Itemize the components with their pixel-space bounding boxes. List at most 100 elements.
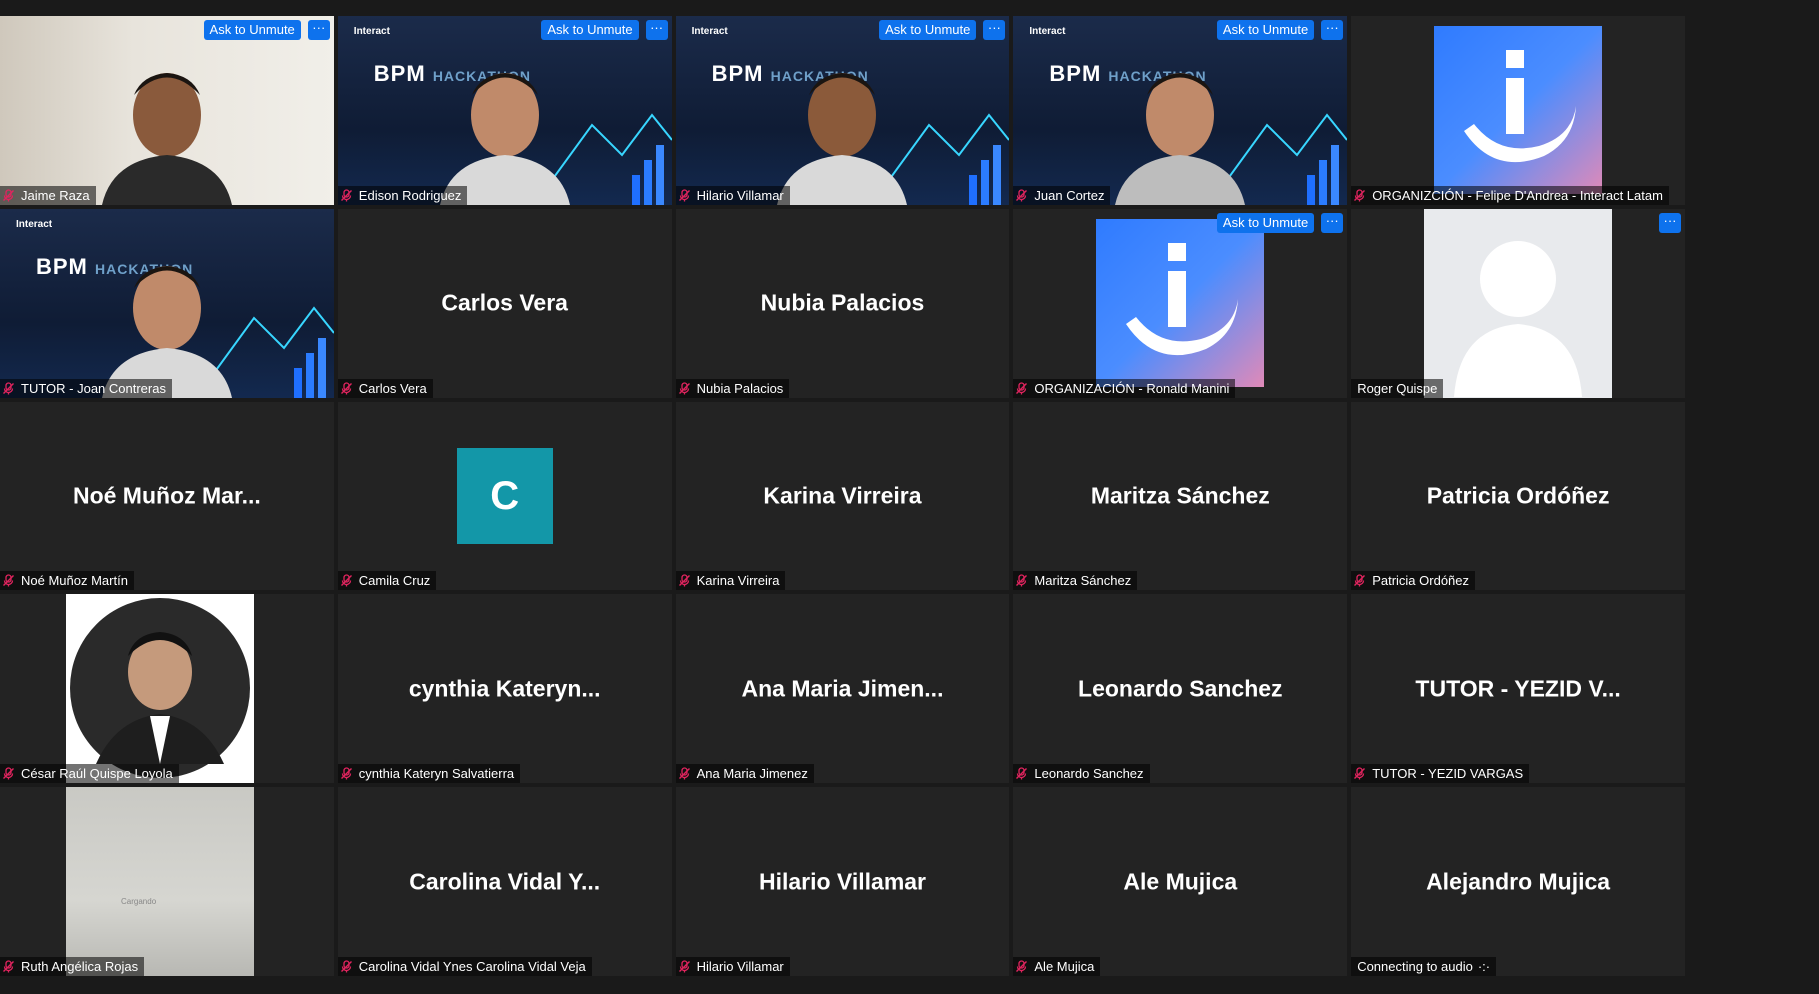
- camera-video: Interact BPM HACKATHON: [1013, 16, 1348, 205]
- profile-photo: Cargando: [66, 787, 254, 976]
- participant-name-label: cynthia Kateryn Salvatierra: [337, 764, 521, 784]
- participant-name: Maritza Sánchez: [1034, 573, 1132, 589]
- participant-name: Hilario Villamar: [696, 959, 784, 974]
- participant-name-label: Edison Rodriguez: [337, 185, 468, 205]
- participant-name: Ruth Angélica Rojas: [21, 959, 139, 974]
- participant-display-name: TUTOR - YEZID V...: [1415, 675, 1621, 702]
- more-options-button[interactable]: ···: [1658, 212, 1681, 233]
- participant-name-label: Patricia Ordóñez: [1351, 571, 1476, 591]
- participant-name: Patricia Ordóñez: [1372, 573, 1470, 589]
- participant-tile[interactable]: Cargando Ruth Angélica Rojas: [0, 787, 334, 976]
- participant-name-label: Ale Mujica: [1013, 957, 1101, 976]
- ask-to-unmute-button[interactable]: Ask to Unmute: [203, 20, 301, 40]
- participant-name-label: Roger Quispe: [1351, 378, 1444, 398]
- interact-logo: [1434, 26, 1603, 195]
- more-options-button[interactable]: ···: [983, 20, 1006, 40]
- participant-tile[interactable]: C Camila Cruz: [337, 401, 672, 591]
- participant-display-name: Ana Maria Jimen...: [741, 675, 944, 702]
- participant-name-label: Camila Cruz: [337, 571, 437, 591]
- participant-name: Hilario Villamar: [696, 187, 784, 203]
- muted-mic-icon: [340, 767, 353, 780]
- participant-tile[interactable]: Leonardo Sanchez Leonardo Sanchez: [1013, 594, 1348, 784]
- participant-tile[interactable]: Carolina Vidal Y... Carolina Vidal Ynes C…: [337, 787, 672, 976]
- participant-name-label: Nubia Palacios: [675, 378, 790, 398]
- participant-name-label: Juan Cortez: [1013, 185, 1111, 205]
- participant-tile[interactable]: Noé Muñoz Mar... Noé Muñoz Martín: [0, 401, 334, 591]
- participant-name-label: Jaime Raza: [0, 185, 96, 205]
- participant-tile[interactable]: Interact BPM HACKATHON TUTOR - Joan Contre…: [0, 208, 334, 398]
- more-options-button[interactable]: ···: [307, 20, 330, 40]
- more-options-button[interactable]: ···: [1321, 212, 1344, 233]
- participant-name-label: Connecting to audio ·:·: [1351, 957, 1497, 976]
- participant-name: Jaime Raza: [21, 187, 90, 203]
- participant-name-label: Hilario Villamar: [675, 185, 790, 205]
- participant-tile[interactable]: Karina Virreira Karina Virreira: [675, 401, 1010, 591]
- participant-display-name: cynthia Kateryn...: [408, 675, 601, 702]
- participant-name-label: ORGANIZACIÓN - Ronald Manini: [1013, 378, 1236, 398]
- camera-video: Interact BPM HACKATHON: [0, 208, 334, 398]
- participant-name: Karina Virreira: [696, 573, 780, 589]
- ask-to-unmute-button[interactable]: Ask to Unmute: [1216, 212, 1315, 233]
- muted-mic-icon: [2, 960, 15, 973]
- participant-tile[interactable]: Interact BPM HACKATHON Ask to Unmute ··· Edi…: [337, 16, 672, 205]
- ask-to-unmute-button[interactable]: Ask to Unmute: [541, 20, 639, 40]
- participant-tile[interactable]: ··· Roger Quispe: [1351, 208, 1685, 398]
- participant-name: TUTOR - YEZID VARGAS: [1372, 766, 1524, 782]
- participant-name-label: Leonardo Sanchez: [1013, 764, 1150, 784]
- participant-display-name: Noé Muñoz Mar...: [72, 482, 261, 509]
- participant-tile[interactable]: Ask to Unmute ··· Jaime Raza: [0, 16, 334, 205]
- default-avatar-icon: [1424, 208, 1613, 398]
- interact-logo: [1096, 219, 1265, 388]
- participant-name-label: Carolina Vidal Ynes Carolina Vidal Veja: [337, 957, 592, 976]
- participant-name: ORGANIZCIÓN - Felipe D'Andrea - Interact…: [1372, 187, 1663, 203]
- muted-mic-icon: [678, 574, 691, 587]
- participant-tile[interactable]: Ask to Unmute ··· ORGANIZACIÓN - Ronald Ma…: [1013, 208, 1348, 398]
- muted-mic-icon: [340, 381, 353, 395]
- photo-caption: Cargando: [121, 897, 157, 907]
- banner-bpm: BPM: [373, 61, 426, 86]
- participant-display-name: Hilario Villamar: [758, 868, 927, 895]
- participant-name: Noé Muñoz Martín: [21, 573, 128, 589]
- participant-tile[interactable]: Alejandro Mujica Connecting to audio ·:·: [1351, 787, 1685, 976]
- participant-name: Carlos Vera: [358, 380, 427, 396]
- participant-name: ORGANIZACIÓN - Ronald Manini: [1034, 380, 1230, 396]
- participant-name: Leonardo Sanchez: [1034, 766, 1144, 782]
- participant-name: César Raúl Quispe Loyola: [21, 766, 173, 782]
- participant-display-name: Alejandro Mujica: [1426, 868, 1611, 895]
- participant-tile[interactable]: Interact BPM HACKATHON Ask to Unmute ··· Hil…: [675, 16, 1010, 205]
- participant-display-name: Carlos Vera: [441, 289, 568, 316]
- participant-tile[interactable]: Interact BPM HACKATHON Ask to Unmute ··· Jua…: [1013, 16, 1348, 205]
- participant-tile[interactable]: Patricia Ordóñez Patricia Ordóñez: [1351, 401, 1685, 591]
- muted-mic-icon: [1015, 381, 1028, 395]
- participant-name: Juan Cortez: [1034, 187, 1105, 203]
- participant-name: Ale Mujica: [1034, 959, 1095, 974]
- participant-name: Roger Quispe: [1357, 380, 1438, 396]
- participant-tile[interactable]: Nubia Palacios Nubia Palacios: [675, 208, 1010, 398]
- participant-tile[interactable]: TUTOR - YEZID V... TUTOR - YEZID VARGAS: [1351, 594, 1685, 784]
- participant-tile[interactable]: Ana Maria Jimen... Ana Maria Jimenez: [675, 594, 1010, 784]
- participant-tile[interactable]: Hilario Villamar Hilario Villamar: [675, 787, 1010, 976]
- participant-name: TUTOR - Joan Contreras: [21, 380, 166, 396]
- more-options-button[interactable]: ···: [645, 20, 668, 40]
- participant-name-label: TUTOR - YEZID VARGAS: [1351, 764, 1530, 784]
- participant-tile[interactable]: cynthia Kateryn... cynthia Kateryn Salvat…: [337, 594, 672, 784]
- participant-name-label: Carlos Vera: [337, 378, 433, 398]
- muted-mic-icon: [2, 574, 15, 587]
- participant-name-label: Hilario Villamar: [675, 957, 790, 976]
- muted-mic-icon: [340, 960, 353, 973]
- ask-to-unmute-button[interactable]: Ask to Unmute: [1216, 20, 1315, 40]
- more-options-button[interactable]: ···: [1321, 20, 1344, 40]
- ask-to-unmute-button[interactable]: Ask to Unmute: [879, 20, 977, 40]
- participant-tile[interactable]: Carlos Vera Carlos Vera: [337, 208, 672, 398]
- participant-tile[interactable]: ORGANIZCIÓN - Felipe D'Andrea - Interact…: [1351, 16, 1685, 205]
- participant-tile[interactable]: Ale Mujica Ale Mujica: [1013, 787, 1348, 976]
- camera-video: Interact BPM HACKATHON: [337, 16, 672, 205]
- side-margin: [1685, 0, 1819, 994]
- participant-tile[interactable]: Maritza Sánchez Maritza Sánchez: [1013, 401, 1348, 591]
- avatar: C: [456, 447, 553, 544]
- participant-tile[interactable]: César Raúl Quispe Loyola: [0, 594, 334, 784]
- participant-name-label: Ana Maria Jimenez: [675, 764, 814, 784]
- muted-mic-icon: [1015, 960, 1028, 973]
- participant-display-name: Leonardo Sanchez: [1078, 675, 1283, 702]
- participant-gallery: Ask to Unmute ··· Jaime Raza Interact BPM HA…: [0, 16, 1685, 976]
